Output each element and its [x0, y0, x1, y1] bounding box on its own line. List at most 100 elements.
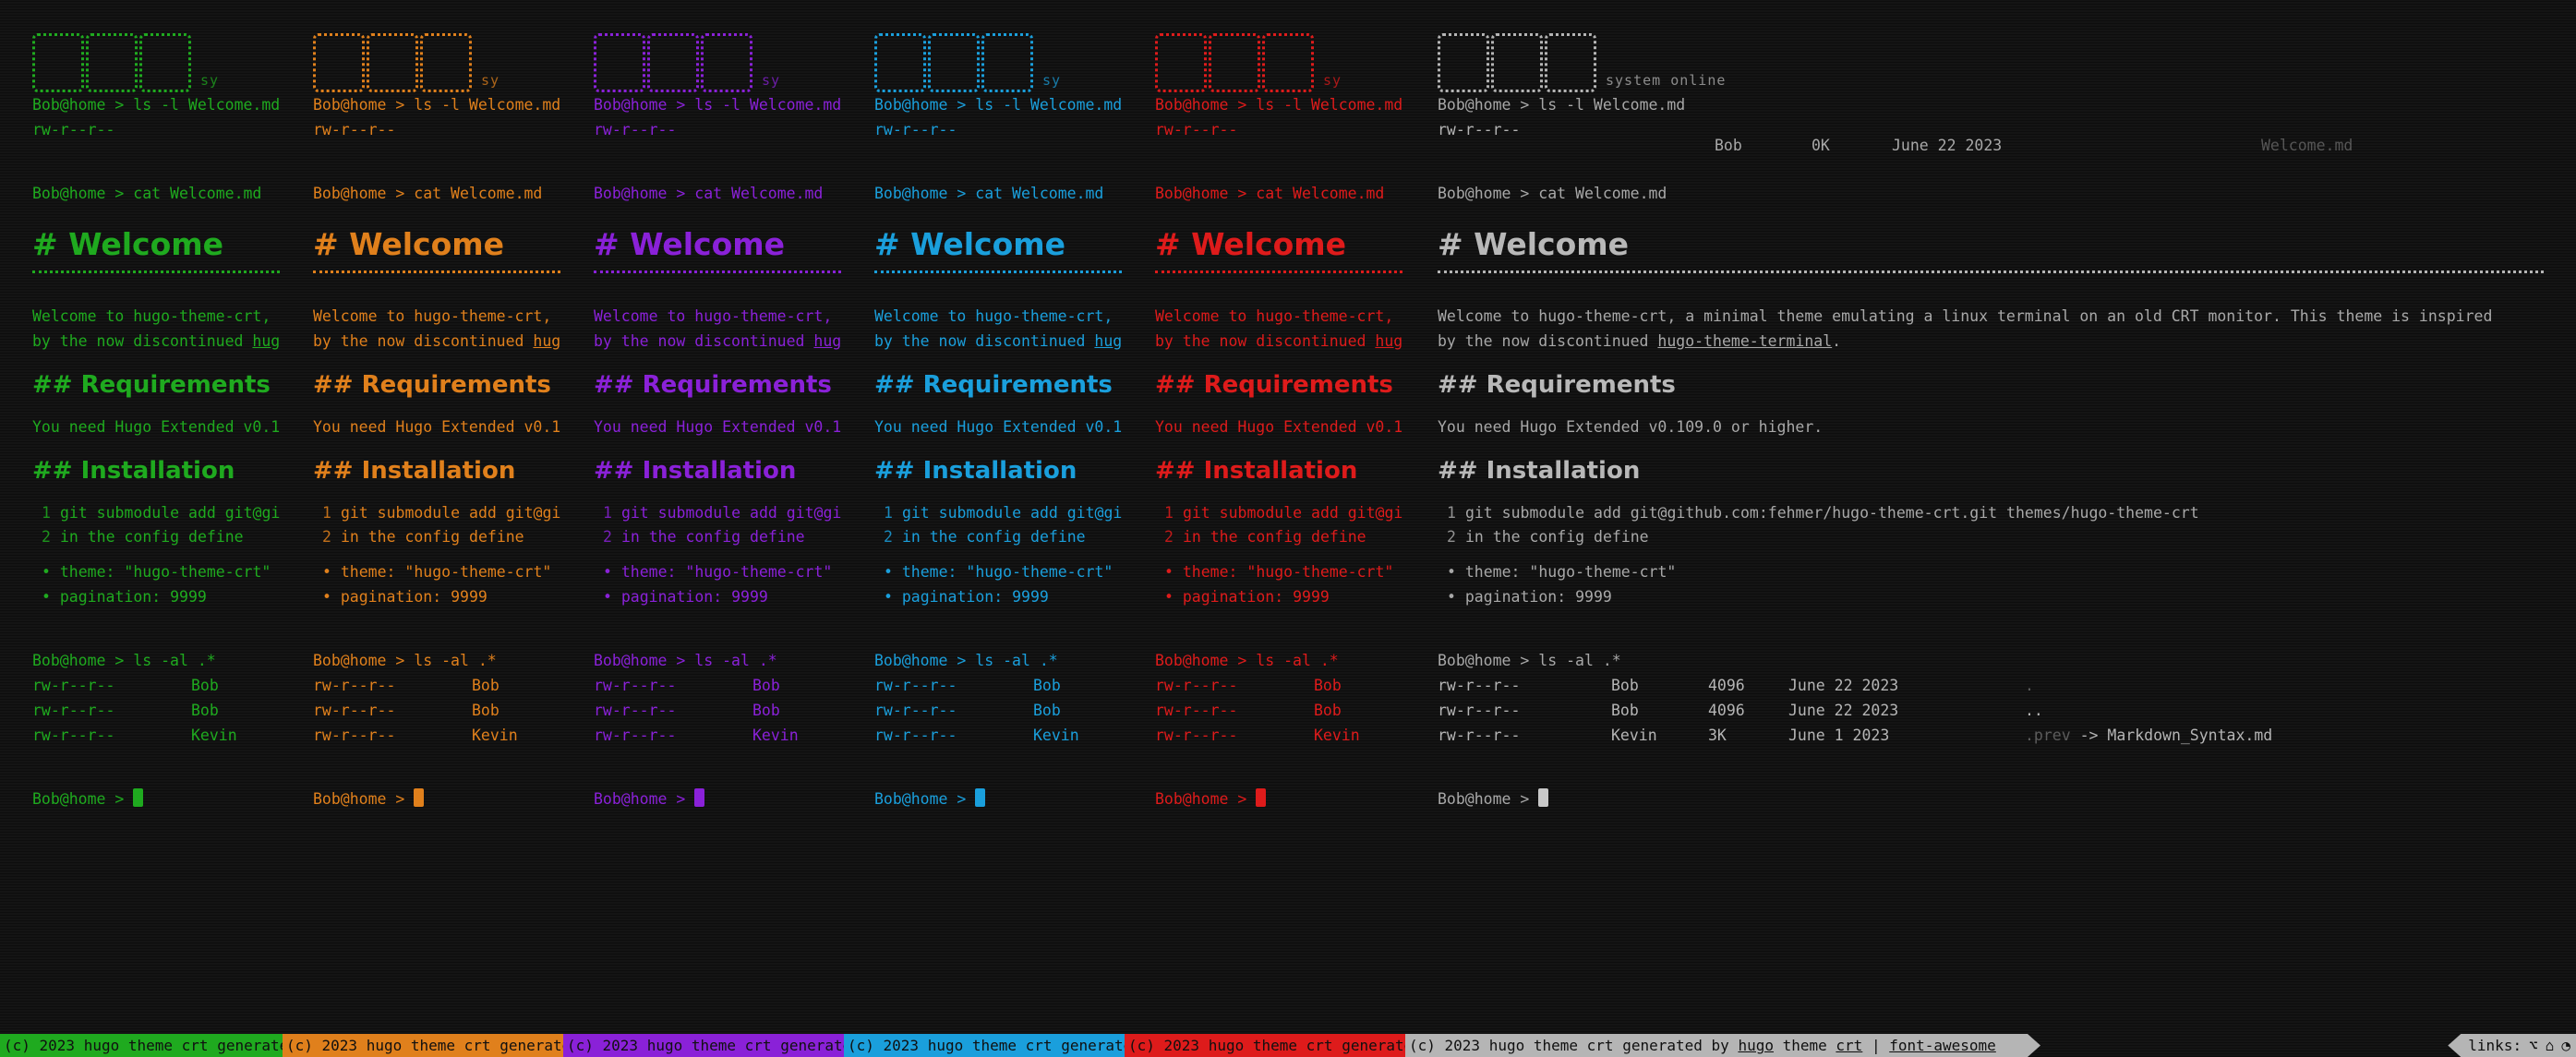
crt-logo: CRT system online — [1438, 20, 2576, 92]
crt-logo: CRT sy — [32, 20, 280, 92]
terminal-pane-orange: CRT sy Bob@home > ls -l Welcome.md rw-r-… — [281, 0, 560, 1034]
list-item: • pagination: 9999 — [1447, 588, 1612, 606]
link-hugo-theme-terminal[interactable]: hugo-theme-terminal — [813, 332, 841, 350]
code-block: 1git submodule add git@github.com:fehmer… — [322, 504, 560, 546]
prompt-line: Bob@home > cat Welcome.md — [313, 185, 543, 202]
footer-segment-red: (c) 2023 hugo theme crt generated by — [1125, 1034, 1405, 1057]
github-icon[interactable]: ⌥ — [2529, 1034, 2538, 1057]
rss-icon[interactable]: ◔ — [2561, 1034, 2570, 1057]
crt-logo: CRT sy — [594, 20, 841, 92]
logo-tagline: system online — [1606, 72, 1727, 89]
heading-welcome: # Welcome — [1155, 226, 1347, 262]
prompt-line-active[interactable]: Bob@home > — [32, 787, 280, 811]
prompt-line-active[interactable]: Bob@home > — [594, 787, 841, 811]
heading-welcome: # Welcome — [594, 226, 786, 262]
prompt-line: Bob@home > ls -al .* — [313, 652, 497, 669]
link-hugo-theme-terminal[interactable]: hugo-theme-terminal — [1375, 332, 1402, 350]
prompt-line: Bob@home > ls -l Welcome.md — [1438, 96, 1686, 114]
heading-welcome: # Welcome — [32, 226, 224, 262]
intro-text: Welcome to hugo-theme-crt, a minimal the… — [874, 304, 1122, 354]
prompt-line: Bob@home > ls -l Welcome.md — [874, 96, 1122, 114]
heading-welcome: # Welcome — [1438, 226, 1630, 262]
cursor-block — [133, 788, 144, 807]
listing-row: rw-r--r-- Bob — [32, 677, 219, 694]
heading-requirements: ## Requirements — [32, 371, 271, 399]
listing-row: rw-r--r-- Bob — [1155, 702, 1342, 719]
terminal-pane-green: CRT sy Bob@home > ls -l Welcome.md rw-r-… — [0, 0, 280, 1034]
prompt-line-active[interactable]: Bob@home > — [313, 787, 560, 811]
link-hugo-theme-terminal[interactable]: hugo-theme-terminal — [252, 332, 280, 350]
footer-segment-green: (c) 2023 hugo theme crt generated by — [0, 1034, 283, 1057]
cursor-block — [1256, 788, 1267, 807]
prompt-line-active[interactable]: Bob@home > — [1438, 787, 2576, 811]
requirements-text: You need Hugo Extended v0.109.0 or highe… — [874, 418, 1122, 436]
divider — [313, 270, 560, 280]
list-item: • pagination: 9999 — [1164, 588, 1330, 606]
logo-tagline: sy — [200, 72, 220, 89]
divider — [594, 270, 841, 280]
prompt-line: Bob@home > cat Welcome.md — [1438, 185, 1667, 202]
list-item: • theme: "hugo-theme-crt" — [42, 563, 271, 581]
list-item: • theme: "hugo-theme-crt" — [603, 563, 833, 581]
link-font-awesome[interactable]: font-awesome — [1889, 1037, 1996, 1054]
link-prev[interactable]: .prev — [2025, 723, 2071, 748]
link-hugo-theme-terminal[interactable]: hugo-theme-terminal — [533, 332, 560, 350]
requirements-text: You need Hugo Extended v0.109.0 or highe… — [32, 418, 280, 436]
prompt-line: Bob@home > ls -al .* — [1438, 652, 1621, 669]
home-icon[interactable]: ⌂ — [2546, 1034, 2555, 1057]
link-hugo[interactable]: hugo — [1738, 1037, 1774, 1054]
prompt-line: Bob@home > ls -l Welcome.md — [594, 96, 841, 114]
requirements-text: You need Hugo Extended v0.109.0 or highe… — [594, 418, 841, 436]
terminal-pane-blue: CRT sy Bob@home > ls -l Welcome.md rw-r-… — [842, 0, 1122, 1034]
logo-tagline: sy — [1042, 72, 1062, 89]
ls-output: rw-r--r-- — [874, 121, 957, 138]
prompt-line: Bob@home > ls -l Welcome.md — [1155, 96, 1402, 114]
intro-text: Welcome to hugo-theme-crt, a minimal the… — [594, 304, 841, 354]
prompt-line-active[interactable]: Bob@home > — [1155, 787, 1402, 811]
code-block: 1git submodule add git@github.com:fehmer… — [603, 504, 841, 546]
listing-row: rw-r--r-- Bob 4096 June 22 2023.. — [1438, 702, 2043, 719]
divider — [1155, 270, 1402, 280]
listing-row: rw-r--r-- Kevin — [1155, 727, 1360, 744]
ls-output-details: Bob 0K June 22 2023 Welcome.md — [1715, 137, 2353, 154]
logo-tagline: sy — [762, 72, 781, 89]
divider — [874, 270, 1122, 280]
prompt-line: Bob@home > cat Welcome.md — [1155, 185, 1385, 202]
prompt-line: Bob@home > ls -al .* — [874, 652, 1058, 669]
heading-requirements: ## Requirements — [1438, 371, 1676, 399]
footer-segment-blue: (c) 2023 hugo theme crt generated by — [844, 1034, 1125, 1057]
heading-installation: ## Installation — [313, 457, 516, 485]
prompt-line: Bob@home > cat Welcome.md — [874, 185, 1104, 202]
links-label: links: — [2468, 1037, 2522, 1054]
intro-text: Welcome to hugo-theme-crt, a minimal the… — [32, 304, 280, 354]
requirements-text: You need Hugo Extended v0.109.0 or highe… — [1155, 418, 1402, 436]
prompt-line-active[interactable]: Bob@home > — [874, 787, 1122, 811]
cursor-block — [694, 788, 705, 807]
listing-row: rw-r--r-- Kevin — [874, 727, 1079, 744]
intro-text: Welcome to hugo-theme-crt, a minimal the… — [1438, 307, 2493, 350]
listing-row: rw-r--r-- Bob — [32, 702, 219, 719]
listing-row: rw-r--r-- Bob — [313, 702, 500, 719]
link-crt[interactable]: crt — [1836, 1037, 1862, 1054]
heading-installation: ## Installation — [1155, 457, 1358, 485]
prompt-line: Bob@home > ls -al .* — [594, 652, 777, 669]
footer-segment-orange: (c) 2023 hugo theme crt generated by — [283, 1034, 563, 1057]
listing-row: rw-r--r-- Kevin — [594, 727, 799, 744]
listing-row: rw-r--r-- Bob — [1155, 677, 1342, 694]
list-item: • pagination: 9999 — [42, 588, 207, 606]
intro-text: Welcome to hugo-theme-crt, a minimal the… — [1155, 304, 1402, 354]
terminal-pane-purple: CRT sy Bob@home > ls -l Welcome.md rw-r-… — [561, 0, 841, 1034]
listing-row: rw-r--r-- Kevin — [32, 727, 237, 744]
link-hugo-theme-terminal[interactable]: hugo-theme-terminal — [1657, 332, 1832, 350]
prompt-line: Bob@home > ls -al .* — [1155, 652, 1339, 669]
link-hugo-theme-terminal[interactable]: hugo-theme-terminal — [1094, 332, 1122, 350]
heading-welcome: # Welcome — [874, 226, 1066, 262]
requirements-text: You need Hugo Extended v0.109.0 or highe… — [1438, 418, 1824, 436]
crt-logo: CRT sy — [313, 20, 560, 92]
code-block: 1git submodule add git@github.com:fehmer… — [884, 504, 1122, 546]
list-item: • pagination: 9999 — [884, 588, 1049, 606]
logo-tagline: sy — [1323, 72, 1342, 89]
divider — [1438, 270, 2544, 280]
footer-links: links: ⌥ ⌂ ◔ — [2448, 1034, 2576, 1057]
ls-output: rw-r--r-- — [313, 121, 396, 138]
